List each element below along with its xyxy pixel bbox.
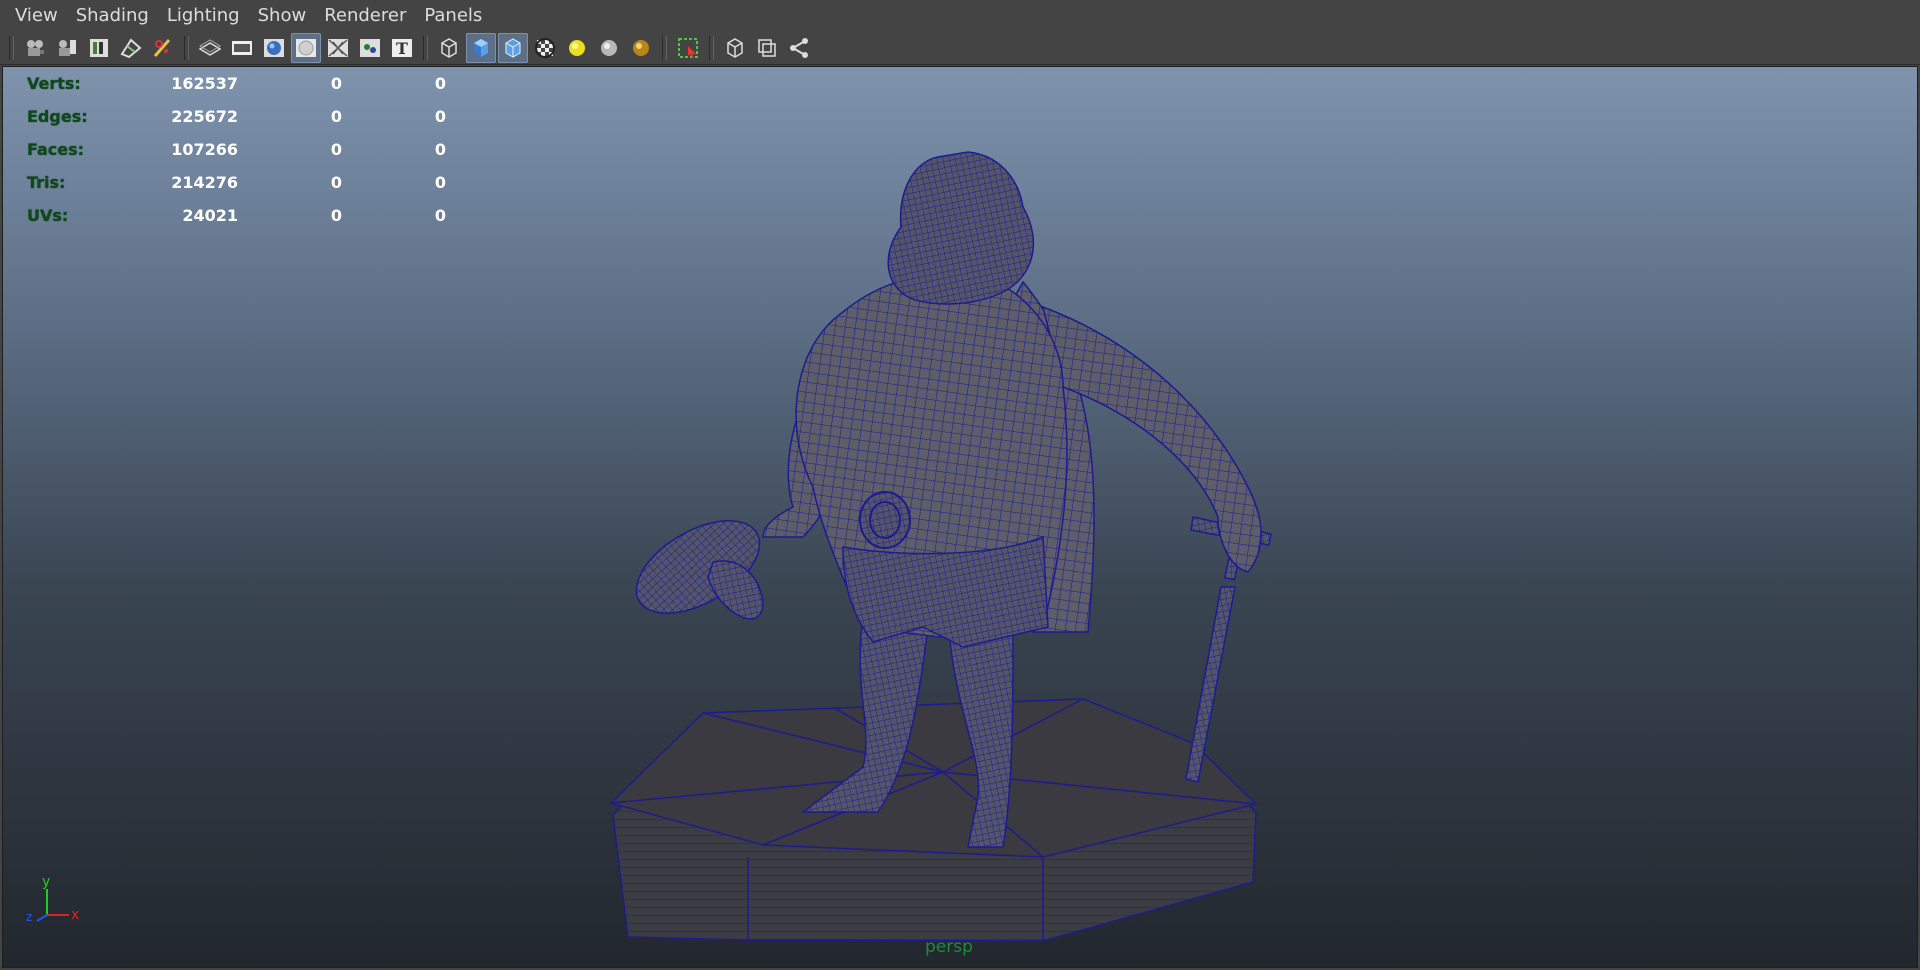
hud-value-component: 0 [434, 173, 446, 192]
menu-view[interactable]: View [6, 0, 67, 31]
toolbar-separator[interactable] [709, 35, 714, 60]
hud-row-edges: Edges: 225672 0 0 [27, 100, 446, 133]
view-axis-icon: y x z [26, 875, 79, 924]
xray-joints-icon[interactable] [752, 33, 782, 63]
toolbar-separator[interactable] [662, 35, 667, 60]
panel-toolbar: T [0, 31, 1920, 65]
shadows-icon[interactable] [594, 33, 624, 63]
hud-value-selected: 0 [330, 107, 342, 126]
menu-renderer[interactable]: Renderer [315, 0, 415, 31]
hud-row-uvs: UVs: 24021 0 0 [27, 199, 446, 232]
menu-shading[interactable]: Shading [67, 0, 158, 31]
axis-x-label: x [71, 907, 79, 923]
image-plane-icon[interactable] [84, 33, 114, 63]
menu-bar: View Shading Lighting Show Renderer Pane… [0, 0, 1920, 31]
grid-icon[interactable] [195, 33, 225, 63]
hud-value-selected-object: 24021 [182, 206, 238, 225]
hud-value-selected-object: 214276 [171, 173, 238, 192]
hud-value-component: 0 [434, 140, 446, 159]
grease-pencil-icon[interactable] [148, 33, 178, 63]
use-all-lights-icon[interactable] [562, 33, 592, 63]
hud-value-selected-object: 107266 [171, 140, 238, 159]
poly-count-hud: Verts: 162537 0 0 Edges: 225672 0 0 Face… [27, 67, 446, 232]
wireframe-on-shaded-icon[interactable] [498, 32, 528, 63]
tunic [842, 535, 1049, 648]
perspective-viewport[interactable]: Verts: 162537 0 0 Edges: 225672 0 0 Face… [2, 66, 1918, 968]
hud-label: Edges: [27, 107, 88, 126]
screen-space-ambient-occlusion-icon[interactable] [626, 33, 656, 63]
axis-z-label: z [26, 910, 32, 924]
camera-attributes-icon[interactable] [20, 33, 50, 63]
field-chart-icon[interactable] [323, 33, 353, 63]
hud-row-tris: Tris: 214276 0 0 [27, 166, 446, 199]
toolbar-separator[interactable] [423, 35, 428, 60]
gate-mask-icon[interactable] [291, 32, 321, 63]
isolate-select-icon[interactable] [673, 33, 703, 63]
hud-value-selected: 0 [330, 74, 342, 93]
resolution-gate-icon[interactable] [259, 33, 289, 63]
hud-value-component: 0 [434, 206, 446, 225]
hud-label: Faces: [27, 140, 85, 159]
menu-lighting[interactable]: Lighting [158, 0, 249, 31]
hud-label: Tris: [27, 173, 66, 192]
safe-action-icon[interactable] [355, 33, 385, 63]
menu-panels[interactable]: Panels [415, 0, 491, 31]
wireframe-icon[interactable] [434, 33, 464, 63]
toolbar-separator[interactable] [9, 35, 14, 60]
hud-value-selected: 0 [330, 140, 342, 159]
hud-row-verts: Verts: 162537 0 0 [27, 67, 446, 100]
hat [635, 520, 764, 620]
hud-value-component: 0 [434, 74, 446, 93]
pedestal [609, 698, 1258, 942]
menu-show[interactable]: Show [249, 0, 316, 31]
camera-bookmarks-icon[interactable] [52, 33, 82, 63]
hud-value-component: 0 [434, 107, 446, 126]
hud-label: Verts: [27, 74, 81, 93]
axis-y-label: y [42, 875, 50, 890]
hud-value-selected: 0 [330, 173, 342, 192]
2d-pan-zoom-icon[interactable] [116, 33, 146, 63]
textured-icon[interactable] [530, 33, 560, 63]
hud-value-selected: 0 [330, 206, 342, 225]
hud-value-selected-object: 225672 [171, 107, 238, 126]
svg-text:T: T [396, 39, 408, 58]
head [887, 151, 1035, 305]
smooth-shade-icon[interactable] [466, 32, 496, 63]
hud-value-selected-object: 162537 [171, 74, 238, 93]
xray-active-icon[interactable] [784, 33, 814, 63]
belt-medallion [859, 491, 911, 549]
toolbar-separator[interactable] [184, 35, 189, 60]
film-gate-icon[interactable] [227, 33, 257, 63]
hud-row-faces: Faces: 107266 0 0 [27, 133, 446, 166]
camera-name-label: persp [925, 937, 973, 957]
xray-icon[interactable] [720, 33, 750, 63]
safe-title-icon[interactable]: T [387, 33, 417, 63]
hud-label: UVs: [27, 206, 69, 225]
axis-z-line [36, 914, 48, 922]
